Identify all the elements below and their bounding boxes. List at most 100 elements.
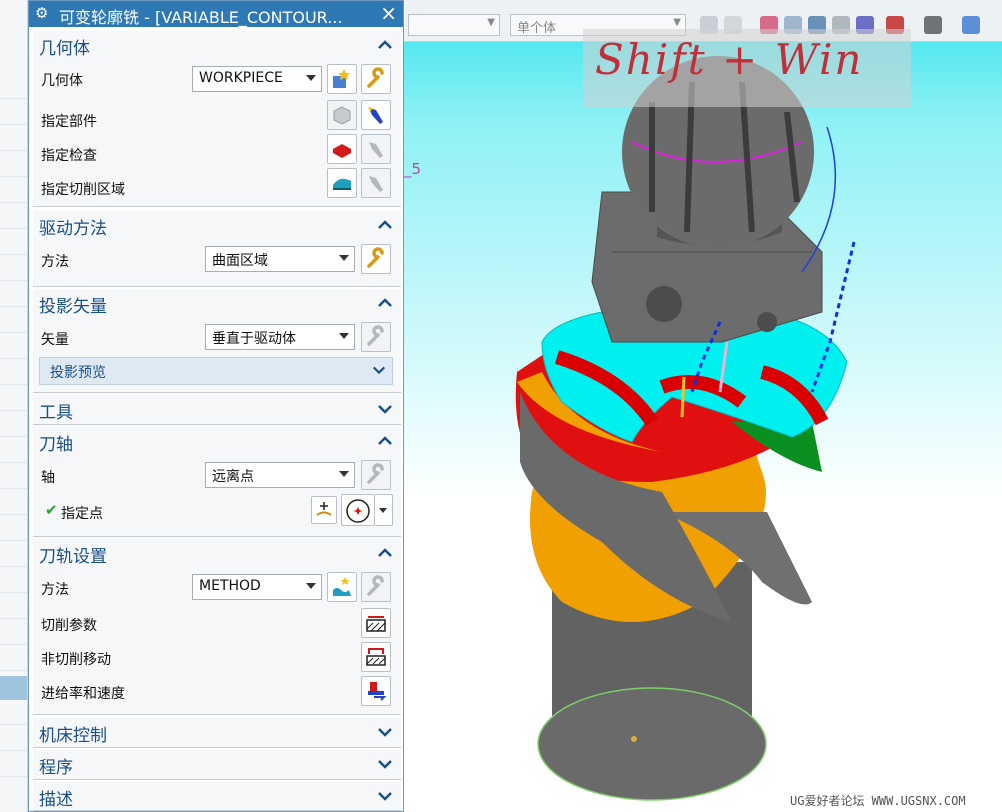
feeds-speeds-label: 进给率和速度 <box>41 686 125 702</box>
edit-method-button[interactable] <box>361 572 391 602</box>
display-check-button[interactable] <box>361 134 391 164</box>
keystroke-overlay: Shift + Win <box>583 29 911 107</box>
navigator-row <box>0 618 27 619</box>
navigator-selected-row[interactable] <box>0 676 27 700</box>
tool-vector-yellow <box>680 376 686 418</box>
new-geometry-icon <box>333 69 350 88</box>
point-dialog-button[interactable] <box>311 496 337 524</box>
flashlight-icon <box>369 142 383 158</box>
navigator-row <box>0 670 27 671</box>
new-method-button[interactable] <box>327 572 357 602</box>
non-cutting-button[interactable] <box>361 642 391 672</box>
edit-vector-button[interactable] <box>361 322 391 352</box>
path-settings-group-title: 刀轨设置 <box>39 547 107 567</box>
navigator-row <box>0 332 27 333</box>
new-geometry-button[interactable] <box>327 64 357 94</box>
navigator-row <box>0 124 27 125</box>
program-group-title: 程序 <box>39 758 73 778</box>
inferred-point-button[interactable] <box>341 494 375 526</box>
chevron-up-icon[interactable] <box>377 433 393 449</box>
shaft-end-face <box>537 687 767 801</box>
specify-part-button[interactable] <box>327 100 357 130</box>
display-cut-area-button[interactable] <box>361 168 391 198</box>
render-style-icon[interactable] <box>924 16 942 34</box>
wrench-icon <box>367 67 384 88</box>
tool-axis-group: 刀轴 轴 远离点 ✔ 指定点 <box>33 427 401 537</box>
check-geometry-icon <box>333 144 351 158</box>
wrench-icon <box>367 575 384 596</box>
axis-dropdown[interactable]: 远离点 <box>205 462 355 488</box>
machine-control-group: 机床控制 <box>33 718 401 748</box>
watermark: UG爱好者论坛 WWW.UGSNX.COM <box>790 794 966 808</box>
flashlight-icon <box>368 107 383 124</box>
point-dialog-icon <box>316 502 332 516</box>
navigator-row <box>0 566 27 567</box>
machine-control-group-title: 机床控制 <box>39 726 107 746</box>
chevron-up-icon[interactable] <box>377 295 393 311</box>
chevron-down-icon[interactable] <box>377 401 393 417</box>
specify-check-button[interactable] <box>327 134 357 164</box>
program-group-header[interactable]: 程序 <box>33 750 401 778</box>
edit-geometry-button[interactable] <box>361 64 391 94</box>
side-hole <box>646 286 682 322</box>
cube-view-icon[interactable] <box>962 16 980 34</box>
edit-axis-button[interactable] <box>361 460 391 490</box>
description-group-header[interactable]: 描述 <box>33 782 401 810</box>
path-settings-group-header[interactable]: 刀轨设置 <box>33 539 401 567</box>
specify-cut-area-button[interactable] <box>327 168 357 198</box>
chevron-down-icon[interactable] <box>377 788 393 804</box>
workpiece-model[interactable] <box>402 42 1002 812</box>
projection-preview-subgroup[interactable]: 投影预览 <box>39 357 393 385</box>
wrench-icon <box>367 247 384 268</box>
drive-method-group-title: 驱动方法 <box>39 219 107 239</box>
type-filter-combo[interactable]: ▼ <box>408 14 500 36</box>
chevron-down-icon[interactable] <box>372 363 386 377</box>
navigator-row <box>0 644 27 645</box>
specify-check-label: 指定检查 <box>41 148 97 164</box>
gear-icon[interactable]: ⚙ <box>35 4 48 22</box>
tool-axis-group-header[interactable]: 刀轴 <box>33 427 401 455</box>
path-method-dropdown-value: METHOD <box>199 578 261 594</box>
navigator-row <box>0 306 27 307</box>
edit-drive-method-button[interactable] <box>361 244 391 274</box>
cut-params-button[interactable] <box>361 608 391 638</box>
machine-control-group-header[interactable]: 机床控制 <box>33 718 401 746</box>
chevron-up-icon[interactable] <box>377 545 393 561</box>
chevron-up-icon[interactable] <box>377 217 393 233</box>
navigator-row <box>0 150 27 151</box>
tool-group-header[interactable]: 工具 <box>33 395 401 423</box>
projection-vector-group-title: 投影矢量 <box>39 297 107 317</box>
geometry-label: 几何体 <box>41 73 83 89</box>
non-cutting-moves-icon <box>366 648 386 666</box>
navigator-row <box>0 384 27 385</box>
navigator-row <box>0 776 27 777</box>
drive-method-dropdown[interactable]: 曲面区域 <box>205 246 355 272</box>
keystroke-text: Shift + Win <box>595 35 864 84</box>
flashlight-icon <box>369 176 383 192</box>
dialog-titlebar[interactable]: ⚙ 可变轮廓铣 - [VARIABLE_CONTOUR... × <box>29 1 403 27</box>
chevron-up-icon[interactable] <box>377 37 393 53</box>
close-button[interactable]: × <box>380 2 397 24</box>
vector-dropdown[interactable]: 垂直于驱动体 <box>205 324 355 350</box>
new-method-icon <box>333 577 351 596</box>
geometry-group-header[interactable]: 几何体 <box>33 31 401 59</box>
navigator-row <box>0 436 27 437</box>
specify-point-label: 指定点 <box>61 506 103 522</box>
navigator-row <box>0 254 27 255</box>
chevron-down-icon[interactable] <box>377 724 393 740</box>
path-method-dropdown[interactable]: METHOD <box>192 574 322 600</box>
description-group: 描述 <box>33 782 401 811</box>
feeds-speeds-button[interactable] <box>361 676 391 706</box>
geometry-dropdown[interactable]: WORKPIECE <box>192 66 322 92</box>
projection-vector-group-header[interactable]: 投影矢量 <box>33 289 401 317</box>
display-part-button[interactable] <box>361 100 391 130</box>
inferred-point-dropdown[interactable] <box>375 494 393 526</box>
navigator-row <box>0 592 27 593</box>
chevron-down-icon[interactable] <box>377 756 393 772</box>
tool-group: 工具 <box>33 395 401 425</box>
selection-scope-value: 单个体 <box>517 21 557 36</box>
geometry-group: 几何体 几何体 WORKPIECE 指定部件 指定检查 指定切削区域 <box>33 31 401 207</box>
navigator-row <box>0 176 27 177</box>
drive-method-group-header[interactable]: 驱动方法 <box>33 211 401 239</box>
navigator-row <box>0 514 27 515</box>
